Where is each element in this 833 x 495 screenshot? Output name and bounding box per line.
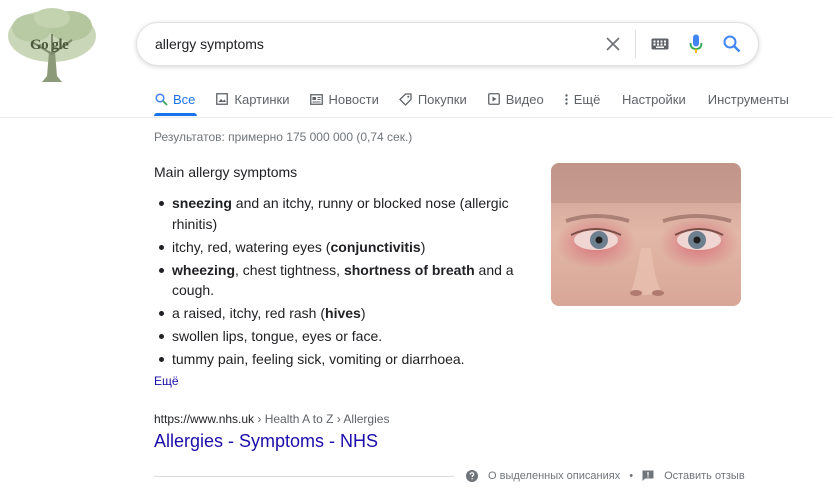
logo-text: Go gle <box>30 37 69 53</box>
tab-label: Покупки <box>417 91 467 107</box>
image-icon <box>215 92 229 106</box>
result-title-link[interactable]: Allergies - Symptoms - NHS <box>154 431 378 452</box>
list-item: tummy pain, feeling sick, vomiting or di… <box>154 349 534 370</box>
search-tools: Настройки Инструменты <box>622 88 811 110</box>
search-icon <box>154 92 168 106</box>
header-divider <box>0 117 833 118</box>
snippet-image[interactable] <box>551 163 741 306</box>
search-actions <box>601 23 744 65</box>
item-text: ) <box>360 305 366 321</box>
face-photo <box>551 163 741 306</box>
snippet-more-link[interactable]: Ещё <box>154 374 179 388</box>
list-item: itchy, red, watering eyes (conjunctiviti… <box>154 237 534 258</box>
bold-term: sneezing <box>172 195 232 211</box>
item-text: tummy pain, feeling sick, vomiting or di… <box>172 351 465 367</box>
more-vert-icon <box>564 92 570 106</box>
tab-news[interactable]: Новости <box>310 88 379 110</box>
news-icon <box>310 92 324 106</box>
item-text: ) <box>420 238 426 255</box>
list-item: wheezing, chest tightness, shortness of … <box>154 260 534 301</box>
tag-icon <box>399 92 413 106</box>
search-bar <box>136 22 759 66</box>
item-text: swollen lips, tongue, eyes or face. <box>172 328 383 344</box>
tab-shopping[interactable]: Покупки <box>399 88 467 110</box>
result-stats: Результатов: примерно 175 000 000 (0,74 … <box>154 130 413 144</box>
help-icon <box>466 469 479 482</box>
tab-more[interactable]: Ещё <box>564 88 601 110</box>
item-text: itchy, red, watering eyes ( <box>172 238 331 255</box>
list-item: swollen lips, tongue, eyes or face. <box>154 326 534 347</box>
close-icon[interactable] <box>601 32 625 56</box>
snippet-title: Main allergy symptoms <box>154 164 298 180</box>
footer-separator: • <box>629 469 634 482</box>
snippet-footer: О выделенных описаниях • Оставить отзыв <box>466 469 745 482</box>
tab-all[interactable]: Все <box>154 88 195 110</box>
keyboard-icon[interactable] <box>648 32 672 56</box>
feedback-link[interactable]: Оставить отзыв <box>664 470 745 482</box>
bold-term: conjunctivitis <box>330 238 421 255</box>
tab-label: Видео <box>505 91 544 107</box>
bold-term: shortness of breath <box>343 261 475 278</box>
tab-label: Все <box>173 91 196 107</box>
bold-term: hives <box>325 305 361 321</box>
bold-term: wheezing <box>172 261 236 278</box>
google-doodle-logo[interactable]: Go gle <box>2 4 102 84</box>
tab-images[interactable]: Картинки <box>215 88 290 110</box>
search-icon[interactable] <box>720 32 744 56</box>
search-divider <box>635 30 636 58</box>
feedback-icon <box>642 469 655 482</box>
active-tab-indicator <box>154 113 197 116</box>
item-text: , chest tightness, <box>235 261 344 278</box>
footer-divider <box>154 476 454 477</box>
about-snippets-link[interactable]: О выделенных описаниях <box>488 470 620 482</box>
item-text: a raised, itchy, red rash ( <box>172 305 326 321</box>
tab-label: Ещё <box>573 91 601 107</box>
result-domain: https://www.nhs.uk <box>154 412 255 426</box>
microphone-icon[interactable] <box>684 32 708 56</box>
tab-label: Картинки <box>234 91 290 107</box>
list-item: sneezing and an itchy, runny or blocked … <box>154 193 534 234</box>
search-input[interactable] <box>155 36 595 52</box>
result-breadcrumb: › Health A to Z › Allergies <box>254 412 390 426</box>
list-item: a raised, itchy, red rash (hives) <box>154 303 534 324</box>
video-icon <box>487 92 501 106</box>
search-tabs: Все Картинки Новости Покупки Видео Ещё <box>154 88 620 110</box>
settings-link[interactable]: Настройки <box>622 88 686 110</box>
result-url: https://www.nhs.uk › Health A to Z › All… <box>154 412 389 426</box>
tab-label: Новости <box>328 91 379 107</box>
snippet-list: sneezing and an itchy, runny or blocked … <box>154 193 534 372</box>
tab-video[interactable]: Видео <box>487 88 544 110</box>
tools-link[interactable]: Инструменты <box>708 88 789 110</box>
